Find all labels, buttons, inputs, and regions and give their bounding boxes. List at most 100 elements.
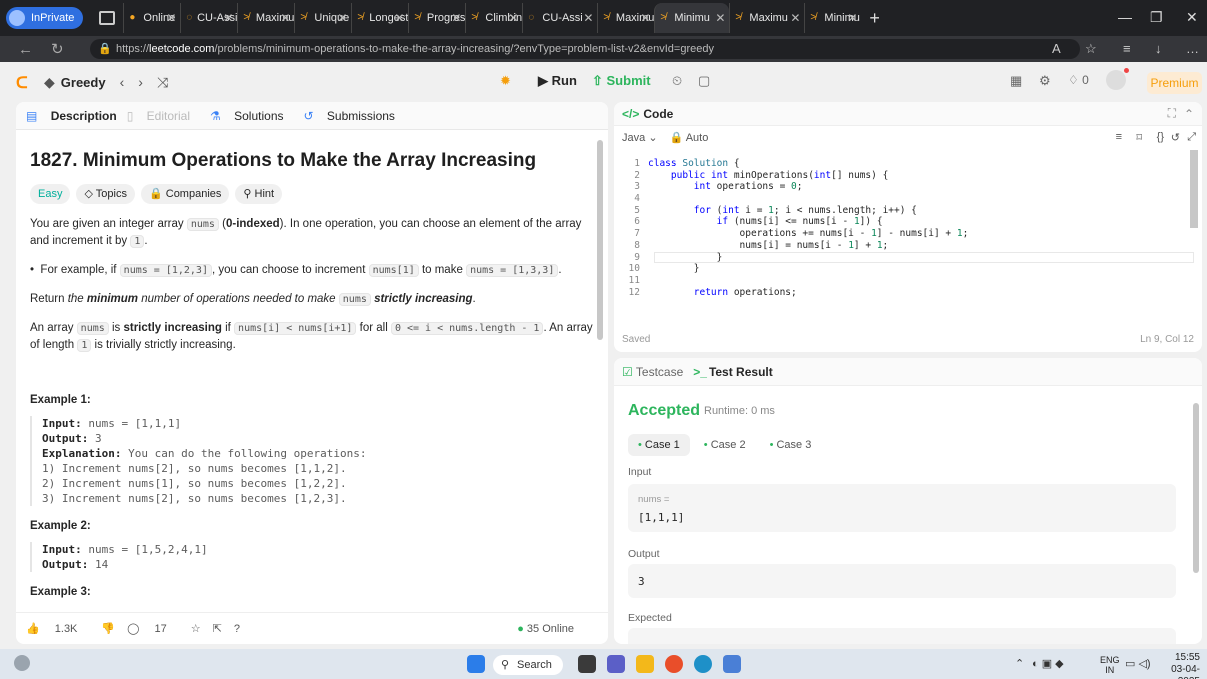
browser-tab[interactable]: ≯ Minimu ✕ bbox=[804, 3, 861, 33]
collapse-icon[interactable]: ⌃ bbox=[1184, 107, 1194, 121]
close-icon[interactable]: ✕ bbox=[508, 11, 518, 25]
close-icon[interactable]: ✕ bbox=[394, 11, 404, 25]
close-icon[interactable]: ✕ bbox=[280, 11, 290, 25]
weather-icon[interactable] bbox=[14, 655, 30, 671]
browser-tab[interactable]: ≯ Unique ✕ bbox=[294, 3, 351, 33]
browser-tab-active[interactable]: ≯ Minimu ✕ bbox=[654, 3, 730, 33]
more-icon[interactable]: … bbox=[1186, 41, 1199, 56]
close-icon[interactable]: ✕ bbox=[640, 11, 650, 25]
streak-counter[interactable]: ♢ 0 bbox=[1068, 73, 1089, 87]
back-icon[interactable]: ← bbox=[18, 41, 33, 58]
collections-icon[interactable]: ≡ bbox=[1123, 41, 1131, 56]
close-window-icon[interactable]: ✕ bbox=[1186, 9, 1198, 26]
tab-solutions[interactable]: ⚗ Solutions bbox=[210, 109, 293, 123]
browser-tab[interactable]: ≯ Maximu ✕ bbox=[729, 3, 804, 33]
input-language[interactable]: ENG IN bbox=[1100, 655, 1120, 675]
leetcode-icon: ≯ bbox=[735, 12, 742, 23]
close-icon[interactable]: ✕ bbox=[790, 11, 800, 25]
read-aloud-icon[interactable]: A bbox=[1052, 41, 1061, 56]
layout-icon[interactable]: ▦ bbox=[1010, 73, 1022, 89]
file-explorer-icon[interactable] bbox=[636, 655, 654, 673]
settings-icon[interactable]: ⚙ bbox=[1039, 73, 1051, 89]
browser-tab[interactable]: ● Online ✕ bbox=[123, 3, 180, 33]
comments-button[interactable]: ◯ 17 bbox=[127, 622, 179, 635]
new-tab-icon[interactable]: + bbox=[869, 8, 880, 29]
windows-start-icon[interactable] bbox=[467, 655, 485, 673]
shuffle-icon[interactable]: ⤨ bbox=[157, 74, 168, 91]
tab-editorial[interactable]: ▯ Editorial bbox=[127, 109, 200, 123]
premium-button[interactable]: Premium bbox=[1147, 72, 1202, 94]
share-icon[interactable]: ⇱ bbox=[213, 622, 222, 635]
star-icon[interactable]: ☆ bbox=[191, 622, 201, 635]
tab-submissions[interactable]: ↺ Submissions bbox=[304, 109, 405, 123]
code-scrollbar[interactable] bbox=[1190, 150, 1198, 228]
restore-icon[interactable]: ❐ bbox=[1150, 9, 1163, 26]
downloads-icon[interactable]: ↓ bbox=[1155, 41, 1162, 56]
browser-tab[interactable]: ≯ Longest ✕ bbox=[351, 3, 408, 33]
prev-problem-icon[interactable]: ‹ bbox=[120, 74, 125, 90]
dislike-icon[interactable]: 👎 bbox=[101, 622, 115, 635]
tab-test-result[interactable]: >_ Test Result bbox=[693, 365, 772, 379]
tab-description[interactable]: ▤ Description bbox=[26, 109, 117, 123]
taskbar-clock[interactable]: 15:5503-04-2025 bbox=[1150, 652, 1200, 679]
help-icon[interactable]: ? bbox=[234, 623, 240, 635]
tray-apps-icon[interactable]: ◐ ▣ ◆ bbox=[1032, 657, 1064, 670]
close-icon[interactable]: ✕ bbox=[451, 11, 461, 25]
task-view-icon[interactable] bbox=[578, 655, 596, 673]
browser-tab[interactable]: ≯ Maximu ✕ bbox=[597, 3, 654, 33]
close-icon[interactable]: ✕ bbox=[337, 11, 347, 25]
edge-icon[interactable] bbox=[694, 655, 712, 673]
auto-mode[interactable]: 🔒 Auto bbox=[670, 131, 709, 144]
next-problem-icon[interactable]: › bbox=[138, 74, 143, 90]
browser-tab[interactable]: ◌ CU-Assi ✕ bbox=[522, 3, 597, 33]
test-scrollbar[interactable] bbox=[1193, 403, 1199, 573]
run-button[interactable]: ▶ Run bbox=[538, 73, 577, 89]
tab-actions-icon[interactable] bbox=[99, 11, 116, 25]
submit-button[interactable]: ⇧ Submit bbox=[592, 73, 651, 89]
bookmark-icon[interactable]: ⌑ bbox=[1136, 131, 1142, 144]
expand-icon[interactable]: ⤢ bbox=[1187, 131, 1196, 144]
close-icon[interactable]: ✕ bbox=[583, 11, 593, 25]
store-icon[interactable] bbox=[723, 655, 741, 673]
favorite-icon[interactable]: ☆ bbox=[1085, 41, 1097, 57]
case-tab[interactable]: • Case 2 bbox=[694, 434, 756, 456]
teams-icon[interactable] bbox=[607, 655, 625, 673]
inprivate-badge[interactable]: InPrivate bbox=[6, 7, 84, 29]
code-editor[interactable]: 1 class Solution { 2 public int minOperat… bbox=[614, 158, 1202, 298]
braces-icon[interactable]: {} bbox=[1157, 131, 1164, 143]
description-scrollbar[interactable] bbox=[597, 140, 603, 340]
taskbar-search[interactable]: ⚲ Search bbox=[493, 655, 563, 675]
companies-badge[interactable]: 🔒 Companies bbox=[140, 184, 230, 204]
avatar[interactable] bbox=[1106, 70, 1126, 90]
problem-title[interactable]: 1827. Minimum Operations to Make the Arr… bbox=[30, 150, 594, 172]
case-tab[interactable]: • Case 1 bbox=[628, 434, 690, 456]
case-tab[interactable]: • Case 3 bbox=[760, 434, 822, 456]
hint-badge[interactable]: ⚲ Hint bbox=[235, 184, 283, 204]
topics-badge[interactable]: ◇ Topics bbox=[76, 184, 135, 204]
minimize-icon[interactable]: — bbox=[1118, 9, 1132, 25]
leetcode-logo[interactable]: ᑕ bbox=[16, 73, 30, 92]
tab-testcase[interactable]: ☑ Testcase bbox=[622, 365, 683, 379]
timer-icon[interactable]: ⏲ bbox=[672, 73, 682, 89]
wifi-volume-icon[interactable]: ▭ ◁) bbox=[1125, 657, 1151, 670]
tray-chevron-icon[interactable]: ⌃ bbox=[1015, 657, 1024, 670]
reset-icon[interactable]: ↺ bbox=[1171, 131, 1180, 144]
close-icon[interactable]: ✕ bbox=[847, 11, 857, 25]
browser-tab[interactable]: ◌ CU-Assi ✕ bbox=[180, 3, 237, 33]
close-icon[interactable]: ✕ bbox=[223, 11, 233, 25]
close-icon[interactable]: ✕ bbox=[715, 11, 725, 25]
like-button[interactable]: 👍 1.3K bbox=[26, 622, 89, 635]
browser-tab[interactable]: ≯ Maximu ✕ bbox=[237, 3, 294, 33]
refresh-icon[interactable]: ↻ bbox=[51, 40, 64, 58]
format-icon[interactable]: ≡ bbox=[1116, 131, 1122, 143]
note-icon[interactable]: ▢ bbox=[698, 73, 710, 89]
close-icon[interactable]: ✕ bbox=[166, 11, 176, 25]
browser-tab[interactable]: ≯ Progres ✕ bbox=[408, 3, 465, 33]
browser-tab[interactable]: ≯ Climbin ✕ bbox=[465, 3, 522, 33]
office-icon[interactable] bbox=[665, 655, 683, 673]
maximize-icon[interactable]: ⛶ bbox=[1168, 106, 1176, 121]
problem-list-title[interactable]: Greedy bbox=[61, 75, 106, 90]
debug-icon[interactable]: ✹ bbox=[500, 73, 511, 89]
url-field[interactable]: 🔒 https://leetcode.com/problems/minimum-o… bbox=[90, 39, 1080, 59]
language-select[interactable]: Java ⌄ bbox=[622, 131, 658, 144]
